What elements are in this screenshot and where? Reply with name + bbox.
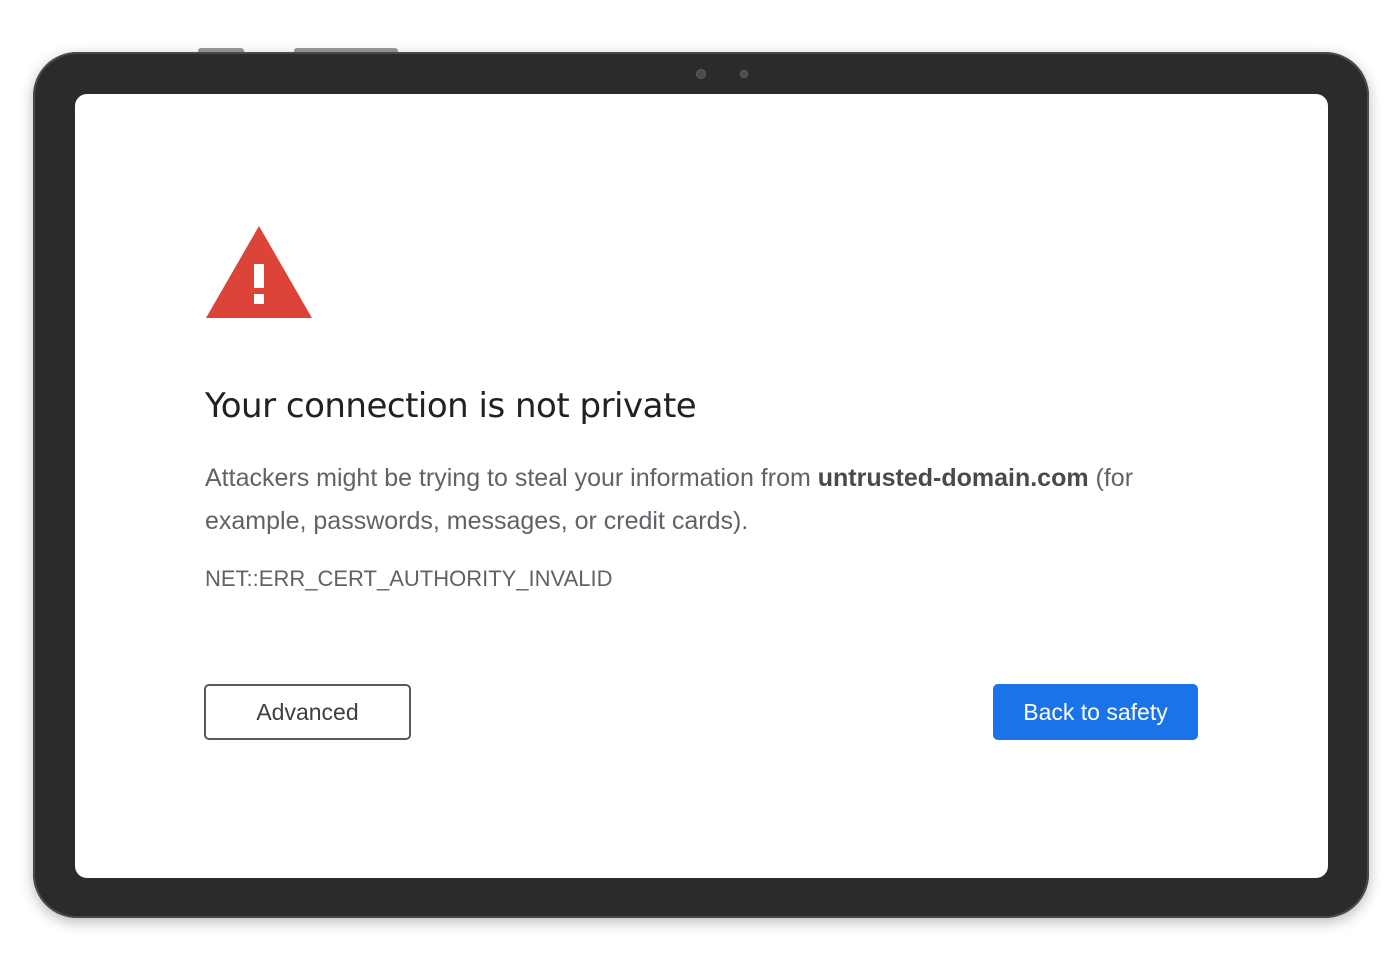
domain-name: untrusted-domain.com [817,464,1089,492]
advanced-button[interactable]: Advanced [204,684,411,740]
device-frame: Your connection is not private Attackers… [0,0,1400,962]
warning-description: Attackers might be trying to steal your … [205,457,1205,543]
warning-triangle-icon [206,226,312,318]
sensor-icon [740,70,748,78]
back-to-safety-button[interactable]: Back to safety [993,684,1198,740]
error-code: NET::ERR_CERT_AUTHORITY_INVALID [205,566,613,591]
page-title: Your connection is not private [205,386,697,426]
browser-screen: Your connection is not private Attackers… [75,94,1328,878]
tablet-bezel: Your connection is not private Attackers… [33,52,1369,918]
description-text: Attackers might be trying to steal your … [205,464,818,492]
camera-icon [696,69,706,79]
